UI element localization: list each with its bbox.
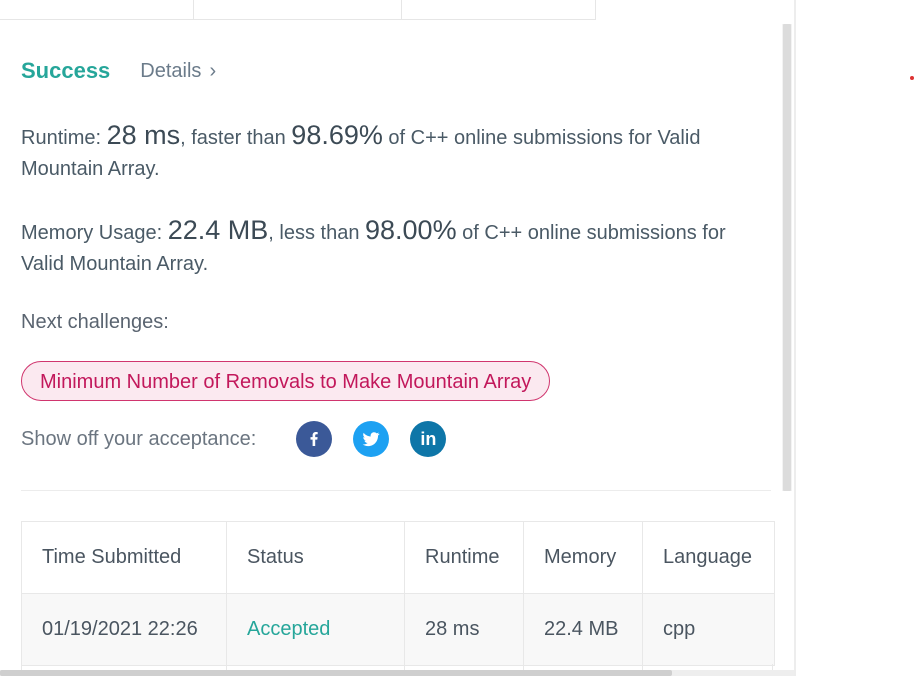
runtime-percent: 98.69% (291, 120, 383, 150)
column-header-time: Time Submitted (21, 521, 227, 594)
column-separator (401, 0, 402, 20)
submission-result-page: Success Details › Runtime: 28 ms, faster… (0, 0, 917, 676)
facebook-share-button[interactable] (296, 421, 333, 457)
horizontal-scrollbar[interactable] (0, 670, 794, 676)
horizontal-scrollbar-thumb[interactable] (0, 670, 672, 676)
memory-stat: Memory Usage: 22.4 MB, less than 98.00% … (21, 215, 771, 280)
cell-memory: 22.4 MB (523, 593, 643, 666)
memory-prefix: Memory Usage: (21, 222, 168, 244)
chevron-right-icon: › (209, 59, 217, 82)
notification-dot (910, 76, 914, 80)
column-header-language: Language (642, 521, 775, 594)
facebook-icon (310, 432, 319, 446)
cell-language: cpp (642, 593, 775, 666)
linkedin-share-button[interactable]: in (410, 421, 447, 457)
share-label: Show off your acceptance: (21, 427, 257, 450)
cell-status: Accepted (226, 593, 405, 666)
accepted-link[interactable]: Accepted (247, 618, 330, 640)
panel-divider[interactable] (794, 0, 796, 676)
memory-percent: 98.00% (365, 215, 457, 245)
share-row: Show off your acceptance: in (21, 420, 447, 458)
details-label: Details (140, 59, 202, 82)
twitter-share-button[interactable] (353, 421, 390, 457)
runtime-value: 28 ms (106, 120, 181, 150)
linkedin-icon: in (420, 428, 437, 449)
memory-value: 22.4 MB (167, 215, 269, 245)
column-header-status: Status (226, 521, 405, 594)
vertical-scrollbar-thumb[interactable] (783, 24, 791, 491)
table-header-row: Time Submitted Status Runtime Memory Lan… (21, 521, 775, 594)
runtime-prefix: Runtime: (21, 127, 107, 149)
previous-table-remnant (0, 0, 596, 20)
runtime-stat: Runtime: 28 ms, faster than 98.69% of C+… (21, 120, 771, 185)
next-challenge-link[interactable]: Minimum Number of Removals to Make Mount… (21, 361, 551, 401)
vertical-scrollbar[interactable] (782, 24, 792, 491)
status-success: Success (21, 58, 111, 83)
submissions-table: Time Submitted Status Runtime Memory Lan… (21, 521, 775, 666)
next-challenges-label: Next challenges: (21, 311, 169, 333)
runtime-middle: , faster than (180, 127, 292, 149)
result-header: Success Details › (21, 58, 216, 84)
table-row: 01/19/2021 22:26 Accepted 28 ms 22.4 MB … (21, 593, 775, 666)
section-divider (21, 490, 771, 491)
column-header-memory: Memory (523, 521, 643, 594)
memory-middle: , less than (268, 222, 365, 244)
column-header-runtime: Runtime (404, 521, 524, 594)
details-link[interactable]: Details › (140, 60, 216, 83)
cell-time: 01/19/2021 22:26 (21, 593, 227, 666)
twitter-icon (363, 432, 381, 447)
column-separator (193, 0, 194, 20)
cell-runtime: 28 ms (404, 593, 524, 666)
